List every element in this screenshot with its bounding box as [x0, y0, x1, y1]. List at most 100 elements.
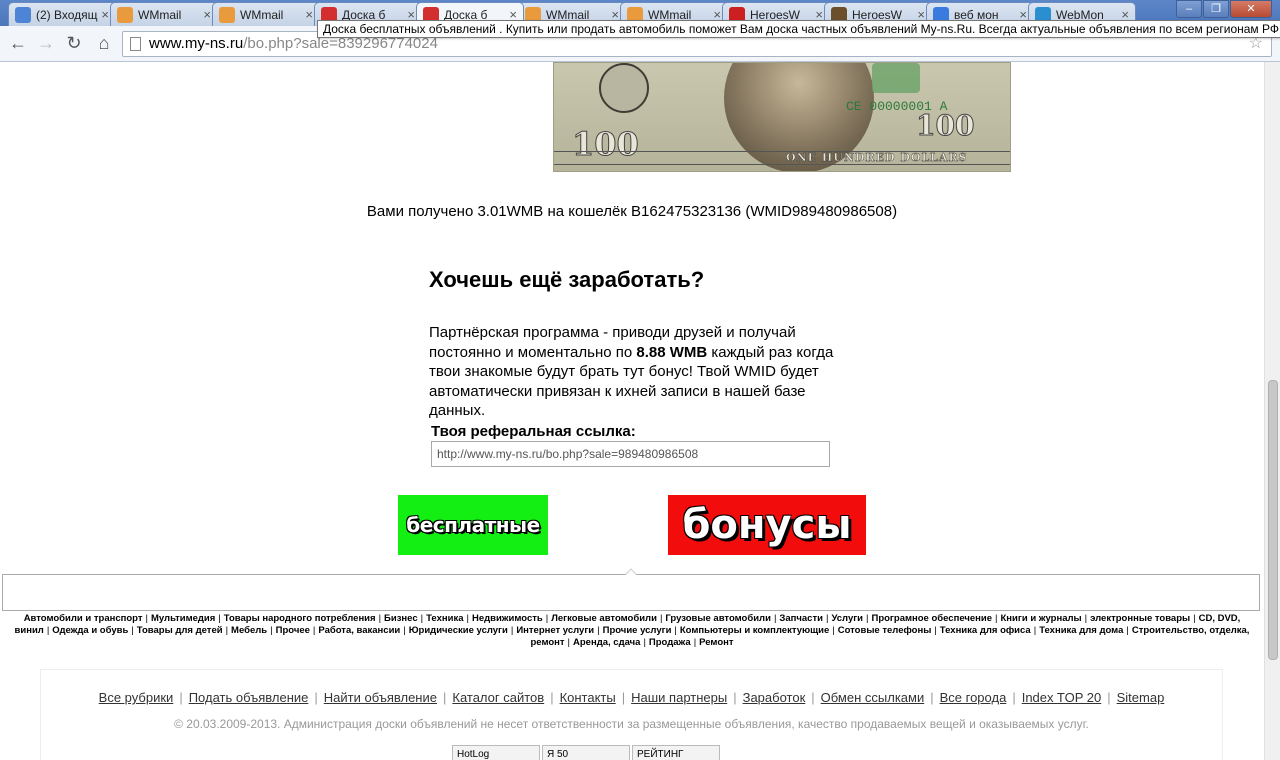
category-link[interactable]: Одежда и обувь — [52, 625, 128, 636]
home-icon[interactable]: ⌂ — [92, 32, 116, 56]
maximize-icon[interactable]: ❐ — [1203, 0, 1229, 18]
category-link[interactable]: Техника — [426, 613, 463, 624]
separator: | — [773, 613, 777, 624]
back-icon[interactable]: ← — [6, 32, 30, 56]
counter-badge[interactable]: HotLog — [452, 745, 540, 760]
separator: | — [378, 613, 382, 624]
category-link[interactable]: Аренда, сдача — [573, 637, 640, 648]
bonus-banner-button[interactable]: бонусы — [668, 495, 866, 555]
footer-link[interactable]: Каталог сайтов — [452, 690, 544, 705]
forward-icon[interactable]: → — [34, 32, 58, 56]
footer-link[interactable]: Обмен ссылками — [821, 690, 925, 705]
counter-badges: HotLog Я 50 РЕЙТИНГ — [452, 745, 720, 760]
promo-heading: Хочешь ещё заработать? — [429, 267, 705, 292]
category-link[interactable]: Бизнес — [384, 613, 418, 624]
category-link[interactable]: Компьютеры и комплектующие — [680, 625, 829, 636]
free-banner-button[interactable]: бесплатные — [398, 495, 548, 555]
category-link[interactable]: Техника для офиса — [940, 625, 1031, 636]
footer-links: Все рубрики | Подать объявление | Найти объя… — [41, 690, 1222, 705]
separator: | — [225, 625, 229, 636]
separator: | — [995, 613, 998, 624]
banknote-band-text: ONE HUNDRED DOLLARS — [786, 151, 968, 164]
category-link[interactable]: Легковые автомобили — [551, 613, 657, 624]
referral-link-label: Твоя реферальная ссылка: — [431, 422, 636, 440]
footer-link[interactable]: Заработок — [743, 690, 806, 705]
mail-icon — [15, 6, 31, 23]
category-link[interactable]: Товары народного потребления — [224, 613, 376, 624]
browser-tab[interactable]: WMmail × — [212, 2, 320, 26]
separator: | — [825, 613, 829, 624]
banknote-image: CE 00000001 A 100 100 ONE HUNDRED DOLLAR… — [553, 62, 1011, 172]
category-link[interactable]: Сотовые телефоны — [838, 625, 932, 636]
category-link[interactable]: Запчасти — [779, 613, 823, 624]
footer-link[interactable]: Все рубрики — [99, 690, 174, 705]
separator: | — [832, 625, 835, 636]
category-link[interactable]: Книги и журналы — [1001, 613, 1082, 624]
category-link[interactable]: Продажа — [649, 637, 691, 648]
category-link[interactable]: Мультимедия — [151, 613, 215, 624]
scrollbar[interactable] — [1264, 62, 1280, 760]
separator: | — [1107, 690, 1111, 705]
box-notch — [625, 568, 637, 580]
url-host: www.my-ns.ru — [149, 35, 244, 52]
referral-link-input[interactable] — [431, 441, 830, 467]
tab-close-icon[interactable]: × — [203, 7, 211, 22]
promo-text: Партнёрская программа - приводи друзей и… — [429, 323, 839, 421]
browser-tab[interactable]: WMmail × — [110, 2, 218, 26]
separator: | — [145, 613, 148, 624]
category-link[interactable]: Техника для дома — [1039, 625, 1123, 636]
category-link[interactable]: Интернет услуги — [516, 625, 594, 636]
separator: | — [866, 613, 869, 624]
footer-link[interactable]: Наши партнеры — [631, 690, 727, 705]
category-link[interactable]: электронные товары — [1090, 613, 1190, 624]
category-link[interactable]: Недвижимость — [472, 613, 543, 624]
category-link[interactable]: Ремонт — [699, 637, 733, 648]
footer-link[interactable]: Подать объявление — [189, 690, 309, 705]
minimize-icon[interactable]: – — [1176, 0, 1202, 18]
category-link[interactable]: Автомобили и транспорт — [24, 613, 143, 624]
category-link[interactable]: Програмное обеспечение — [872, 613, 993, 624]
footer-link[interactable]: Все города — [940, 690, 1007, 705]
tab-close-icon[interactable]: × — [101, 7, 109, 22]
separator: | — [403, 625, 406, 636]
tab-title: WMmail — [138, 7, 182, 22]
copyright-text: © 20.03.2009-2013. Администрация доски о… — [174, 717, 1089, 731]
separator: | — [930, 690, 934, 705]
separator: | — [1084, 613, 1088, 624]
scrollbar-thumb[interactable] — [1268, 380, 1278, 660]
close-window-icon[interactable]: ✕ — [1230, 0, 1272, 18]
category-link[interactable]: Услуги — [831, 613, 863, 624]
tab-title: WMmail — [240, 7, 284, 22]
separator: | — [597, 625, 600, 636]
category-link[interactable]: Работа, вакансии — [318, 625, 400, 636]
separator: | — [218, 613, 221, 624]
counter-badge[interactable]: РЕЙТИНГ — [632, 745, 720, 760]
category-links: Автомобили и транспорт | Мультимедия | Товар… — [0, 613, 1264, 649]
empty-ad-box — [2, 568, 1260, 611]
tab-title: (2) Входящ — [36, 7, 98, 22]
category-link[interactable]: Прочее — [276, 625, 310, 636]
footer-link[interactable]: Найти объявление — [324, 690, 437, 705]
footer-link[interactable]: Контакты — [560, 690, 616, 705]
browser-tab[interactable]: (2) Входящ × — [8, 2, 116, 26]
wmmail-icon — [117, 6, 133, 23]
category-link[interactable]: Товары для детей — [137, 625, 223, 636]
separator: | — [270, 625, 273, 636]
wmmail-icon — [219, 6, 235, 23]
category-link[interactable]: Грузовые автомобили — [665, 613, 771, 624]
separator: | — [934, 625, 937, 636]
footer-link[interactable]: Sitemap — [1117, 690, 1165, 705]
footer-link[interactable]: Index TOP 20 — [1022, 690, 1102, 705]
separator: | — [314, 690, 318, 705]
category-link[interactable]: Мебель — [231, 625, 267, 636]
counter-badge[interactable]: Я 50 — [542, 745, 630, 760]
category-link[interactable]: Прочие услуги — [603, 625, 672, 636]
category-link[interactable]: Юридические услуги — [409, 625, 508, 636]
reload-icon[interactable]: ↻ — [62, 32, 86, 56]
tab-close-icon[interactable]: × — [305, 7, 313, 22]
banknote-number-right: 100 — [915, 109, 975, 143]
separator: | — [179, 690, 183, 705]
separator: | — [1012, 690, 1016, 705]
page-content: CE 00000001 A 100 100 ONE HUNDRED DOLLAR… — [0, 62, 1264, 760]
separator: | — [621, 690, 626, 705]
